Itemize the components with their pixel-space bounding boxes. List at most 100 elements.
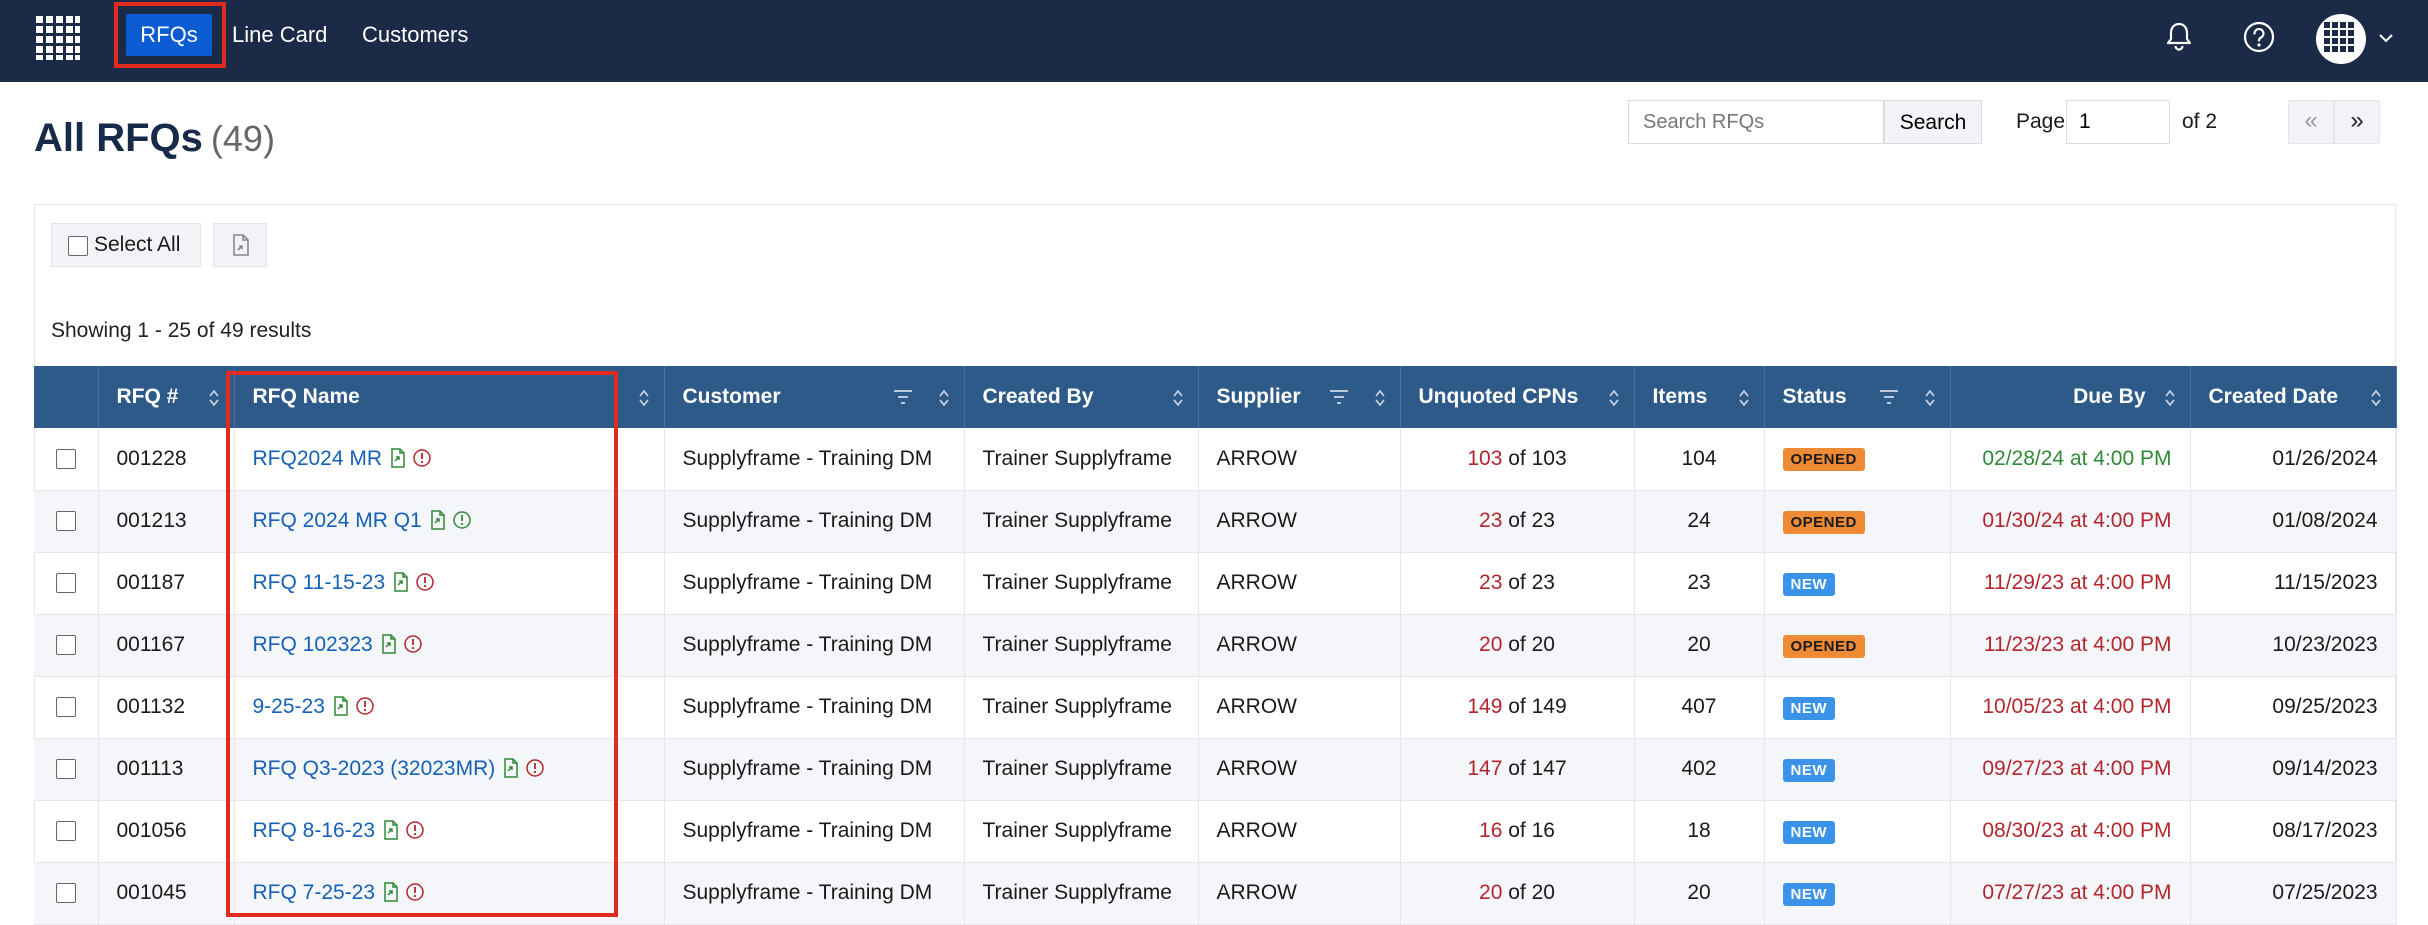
status-cell: OPENED <box>1764 490 1951 553</box>
page-number-input[interactable] <box>2066 100 2170 144</box>
row-checkbox[interactable] <box>55 821 76 842</box>
sort-icon[interactable] <box>1608 388 1620 408</box>
header-rfq-name[interactable]: RFQ Name <box>234 366 665 428</box>
grid-logo-icon[interactable] <box>34 14 82 62</box>
search-button[interactable]: Search <box>1884 100 1982 144</box>
nav-customers[interactable]: Customers <box>362 14 468 56</box>
avatar[interactable] <box>2316 14 2366 64</box>
sort-icon[interactable] <box>1924 388 1936 408</box>
info-icon[interactable] <box>405 820 425 840</box>
document-icon[interactable] <box>383 882 399 902</box>
rfq-name-link[interactable]: RFQ Q3-2023 (32023MR) <box>253 757 496 780</box>
created-by-cell: Trainer Supplyframe <box>964 614 1199 677</box>
select-all-label: Select All <box>94 233 181 256</box>
sort-icon[interactable] <box>1738 388 1750 408</box>
unquoted-total: of 23 <box>1508 571 1555 594</box>
info-icon[interactable] <box>355 696 375 716</box>
header-supplier[interactable]: Supplier <box>1198 366 1401 428</box>
info-icon[interactable] <box>415 572 435 592</box>
next-page-button[interactable]: » <box>2334 100 2380 144</box>
row-checkbox[interactable] <box>55 573 76 594</box>
table-row[interactable]: 001045 RFQ 7-25-23 Supplyframe - Training … <box>34 862 2397 925</box>
table-row[interactable]: 001056 RFQ 8-16-23 Supplyframe - Training … <box>34 800 2397 863</box>
nav-line-card[interactable]: Line Card <box>232 14 327 56</box>
unquoted-count: 20 <box>1479 633 1503 656</box>
status-badge: NEW <box>1782 820 1835 844</box>
rfq-name-cell: RFQ 2024 MR Q1 <box>234 490 665 553</box>
header-unquoted-cpns[interactable]: Unquoted CPNs <box>1400 366 1635 428</box>
sort-icon[interactable] <box>208 388 220 408</box>
rfq-name-link[interactable]: RFQ 7-25-23 <box>253 881 376 904</box>
created-by-cell: Trainer Supplyframe <box>964 738 1199 801</box>
rfq-name-link[interactable]: 9-25-23 <box>253 695 325 718</box>
status-cell: NEW <box>1764 862 1951 925</box>
document-icon[interactable] <box>383 820 399 840</box>
document-icon[interactable] <box>503 758 519 778</box>
rfq-name-link[interactable]: RFQ 102323 <box>253 633 373 656</box>
bell-icon[interactable] <box>2162 20 2196 54</box>
chevron-down-icon[interactable] <box>2376 28 2396 48</box>
row-checkbox[interactable] <box>55 635 76 656</box>
select-all-button[interactable]: Select All <box>51 223 201 267</box>
filter-icon[interactable] <box>1878 388 1900 406</box>
search-input[interactable] <box>1628 100 1884 144</box>
sort-icon[interactable] <box>2164 388 2176 408</box>
info-icon[interactable] <box>452 510 472 530</box>
status-badge: OPENED <box>1782 634 1865 658</box>
header-items[interactable]: Items <box>1634 366 1765 428</box>
info-icon[interactable] <box>405 882 425 902</box>
row-checkbox[interactable] <box>55 883 76 904</box>
sort-icon[interactable] <box>1374 388 1386 408</box>
row-checkbox[interactable] <box>55 511 76 532</box>
table-row[interactable]: 001167 RFQ 102323 Supplyframe - Training D… <box>34 614 2397 677</box>
table-row[interactable]: 001213 RFQ 2024 MR Q1 Supplyframe - Traini… <box>34 490 2397 553</box>
sort-icon[interactable] <box>938 388 950 408</box>
status-cell: NEW <box>1764 552 1951 615</box>
info-icon[interactable] <box>525 758 545 778</box>
document-icon[interactable] <box>393 572 409 592</box>
info-icon[interactable] <box>403 634 423 654</box>
document-icon[interactable] <box>390 448 406 468</box>
row-checkbox[interactable] <box>55 759 76 780</box>
document-icon[interactable] <box>381 634 397 654</box>
row-select-cell <box>34 552 99 615</box>
header-created-by[interactable]: Created By <box>964 366 1199 428</box>
supplier-cell: ARROW <box>1198 614 1401 677</box>
rfq-name-link[interactable]: RFQ 2024 MR Q1 <box>253 509 422 532</box>
page-total: of 2 <box>2182 110 2218 133</box>
sort-icon[interactable] <box>1172 388 1184 408</box>
due-by-cell: 11/29/23 at 4:00 PM <box>1950 552 2191 615</box>
status-badge: OPENED <box>1782 448 1865 472</box>
info-icon[interactable] <box>412 448 432 468</box>
rfq-name-link[interactable]: RFQ2024 MR <box>253 447 383 470</box>
table-row[interactable]: 001187 RFQ 11-15-23 Supplyframe - Training… <box>34 552 2397 615</box>
header-status[interactable]: Status <box>1764 366 1951 428</box>
prev-page-button[interactable]: « <box>2288 100 2334 144</box>
sort-icon[interactable] <box>2370 388 2382 408</box>
rfq-name-link[interactable]: RFQ 11-15-23 <box>253 571 386 594</box>
table-row[interactable]: 001132 9-25-23 Supplyframe - Training DM Tr… <box>34 676 2397 739</box>
customer-cell: Supplyframe - Training DM <box>664 614 965 677</box>
header-due-by[interactable]: Due By <box>1950 366 2191 428</box>
row-checkbox[interactable] <box>55 697 76 718</box>
select-all-checkbox[interactable] <box>68 236 88 256</box>
help-icon[interactable] <box>2242 20 2276 54</box>
rfq-number: 001167 <box>98 614 235 677</box>
created-date-cell: 09/14/2023 <box>2190 738 2397 801</box>
filter-icon[interactable] <box>1328 388 1350 406</box>
export-button[interactable] <box>213 223 267 267</box>
status-badge: OPENED <box>1782 510 1865 534</box>
header-rfq-number[interactable]: RFQ # <box>98 366 235 428</box>
document-icon[interactable] <box>333 696 349 716</box>
unquoted-count: 103 <box>1467 446 1503 470</box>
table-row[interactable]: 001113 RFQ Q3-2023 (32023MR) Supplyframe -… <box>34 738 2397 801</box>
header-customer[interactable]: Customer <box>664 366 965 428</box>
row-checkbox[interactable] <box>55 449 76 470</box>
document-icon[interactable] <box>430 510 446 530</box>
sort-icon[interactable] <box>638 388 650 408</box>
table-row[interactable]: 001228 RFQ2024 MR Supplyframe - Training D… <box>34 428 2397 491</box>
filter-icon[interactable] <box>892 388 914 406</box>
header-created-date[interactable]: Created Date <box>2190 366 2397 428</box>
rfq-name-link[interactable]: RFQ 8-16-23 <box>253 819 376 842</box>
nav-highlight-box <box>114 2 226 68</box>
